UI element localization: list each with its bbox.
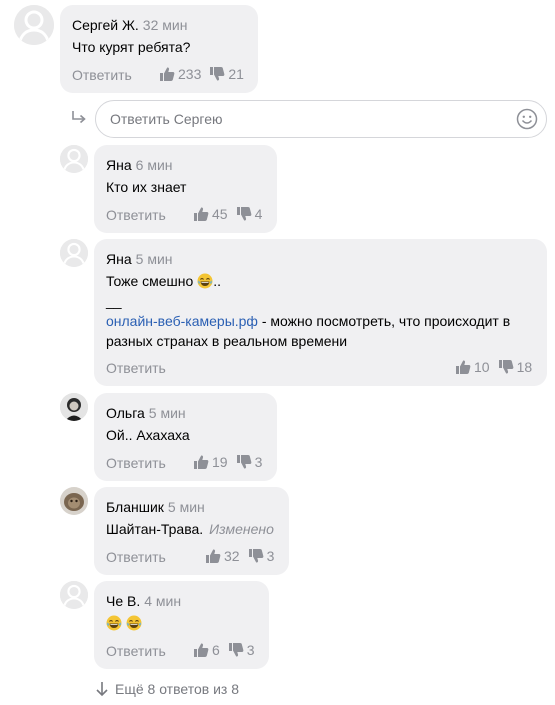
dislike-count: 21	[228, 66, 244, 82]
dislike-button[interactable]: 3	[228, 642, 255, 658]
comment: Че В. 4 мин Ответить 6 3	[94, 581, 269, 669]
thumb-up-icon	[193, 454, 209, 470]
avatar[interactable]	[60, 581, 88, 609]
comment-author[interactable]: Сергей Ж.	[72, 17, 139, 33]
reply-button[interactable]: Ответить	[72, 67, 132, 83]
like-button[interactable]: 10	[455, 359, 490, 375]
comment-time: 5 мин	[167, 499, 205, 515]
like-button[interactable]: 19	[193, 454, 228, 470]
laughing-emoji-icon	[197, 273, 213, 289]
like-count: 10	[474, 359, 490, 375]
comment-author[interactable]: Че В.	[106, 593, 140, 609]
thumb-down-icon	[236, 454, 252, 470]
like-button[interactable]: 6	[193, 642, 220, 658]
more-replies-label: Ещё 8 ответов из 8	[115, 681, 239, 697]
dislike-button[interactable]: 3	[236, 454, 263, 470]
reply-field[interactable]	[95, 100, 547, 138]
default-avatar-icon	[60, 239, 88, 267]
comment: Яна 5 мин Тоже смешно .. __ онлайн-веб-ка…	[94, 239, 547, 386]
thumb-down-icon	[498, 359, 514, 375]
dislike-button[interactable]: 21	[209, 66, 244, 82]
avatar[interactable]	[60, 239, 88, 267]
like-button[interactable]: 32	[205, 548, 240, 564]
comment-text-suffix: ..	[213, 273, 221, 289]
dislike-button[interactable]: 4	[236, 206, 263, 222]
thumb-up-icon	[193, 642, 209, 658]
comment-text-line3: разных странах в реальном времени	[106, 333, 348, 349]
default-avatar-icon	[14, 5, 54, 45]
dislike-count: 3	[254, 454, 263, 470]
comment-time: 5 мин	[148, 405, 186, 421]
dislike-count: 18	[516, 359, 533, 375]
thumb-down-icon	[209, 66, 225, 82]
edited-label: Изменено	[209, 521, 274, 537]
avatar[interactable]	[14, 5, 54, 45]
reply-button[interactable]: Ответить	[106, 643, 166, 659]
default-avatar-icon	[60, 581, 88, 609]
dislike-button[interactable]: 3	[248, 548, 275, 564]
comment: Ольга 5 мин Ой.. Ахахаха Ответить 19 3	[94, 393, 277, 481]
reply-button[interactable]: Ответить	[106, 455, 166, 471]
thumb-down-icon	[236, 206, 252, 222]
comment-author[interactable]: Яна	[106, 157, 132, 173]
reply-button[interactable]: Ответить	[106, 549, 166, 565]
thumb-down-icon	[228, 642, 244, 658]
comment-author[interactable]: Ольга	[106, 405, 145, 421]
like-count: 6	[212, 642, 220, 658]
thumb-up-icon	[159, 66, 175, 82]
avatar[interactable]	[60, 145, 88, 173]
like-count: 32	[224, 548, 240, 564]
avatar[interactable]	[60, 393, 88, 421]
comment: Яна 6 мин Кто их знает Ответить 45 4	[94, 145, 277, 233]
comment: Бланшик 5 мин Шайтан-Трава. Изменено Ответ…	[94, 487, 289, 575]
comment-link[interactable]: онлайн-веб-камеры.рф	[106, 313, 258, 329]
arrow-down-icon	[96, 682, 108, 697]
like-button[interactable]: 233	[159, 66, 201, 82]
user-photo-icon	[60, 393, 88, 421]
thumb-up-icon	[455, 359, 471, 375]
reply-button[interactable]: Ответить	[106, 360, 166, 376]
like-count: 45	[212, 206, 228, 222]
default-avatar-icon	[60, 145, 88, 173]
comment-time: 32 мин	[142, 17, 188, 33]
reply-button[interactable]: Ответить	[106, 207, 166, 223]
comment-time: 6 мин	[135, 157, 173, 173]
reply-input[interactable]	[110, 110, 500, 128]
separator-text: __	[106, 293, 122, 309]
dislike-count: 3	[246, 642, 255, 658]
like-count: 19	[212, 454, 228, 470]
laughing-emoji-icon	[106, 615, 122, 631]
comment-text: Что курят ребята?	[72, 39, 191, 55]
reply-arrow-icon	[72, 111, 86, 124]
dislike-button[interactable]: 18	[498, 359, 533, 375]
comment-text-line2: - можно посмотреть, что происходит в	[257, 313, 511, 329]
comment: Сергей Ж. 32 мин Что курят ребята? Ответи…	[60, 5, 258, 93]
comment-author[interactable]: Бланшик	[106, 499, 164, 515]
comment-text: Ой.. Ахахаха	[106, 427, 190, 443]
comment-time: 4 мин	[144, 593, 182, 609]
smile-icon[interactable]	[516, 108, 538, 130]
thumb-down-icon	[248, 548, 264, 564]
dislike-count: 3	[266, 548, 275, 564]
like-count: 233	[178, 66, 202, 82]
comment-text: Тоже смешно	[106, 273, 194, 289]
comment-text: Кто их знает	[106, 179, 187, 195]
like-button[interactable]: 45	[193, 206, 228, 222]
dislike-count: 4	[254, 206, 263, 222]
comment-text: Шайтан-Трава.	[106, 521, 204, 537]
user-photo-icon	[60, 487, 88, 515]
comment-author[interactable]: Яна	[106, 251, 132, 267]
comment-time: 5 мин	[135, 251, 173, 267]
more-replies-button[interactable]: Ещё 8 ответов из 8	[95, 681, 239, 697]
thumb-up-icon	[193, 206, 209, 222]
laughing-emoji-icon	[126, 615, 142, 631]
avatar[interactable]	[60, 487, 88, 515]
thumb-up-icon	[205, 548, 221, 564]
